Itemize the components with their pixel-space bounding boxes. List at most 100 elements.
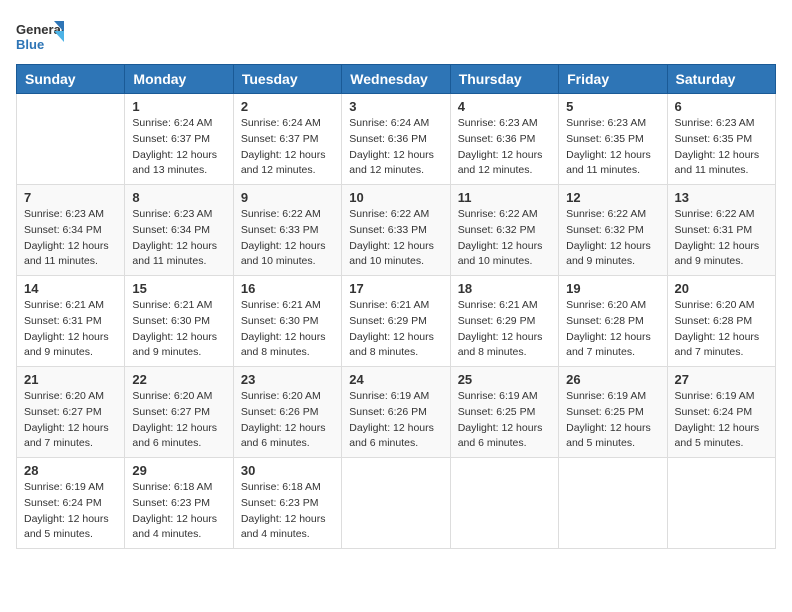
day-number: 19	[566, 281, 659, 296]
day-info: Sunrise: 6:23 AM Sunset: 6:35 PM Dayligh…	[675, 116, 768, 179]
page-header: GeneralBlue	[16, 16, 776, 56]
day-number: 22	[132, 372, 225, 387]
day-info: Sunrise: 6:20 AM Sunset: 6:26 PM Dayligh…	[241, 389, 334, 452]
header-saturday: Saturday	[667, 65, 775, 94]
day-info: Sunrise: 6:20 AM Sunset: 6:27 PM Dayligh…	[132, 389, 225, 452]
calendar-week-1: 1 Sunrise: 6:24 AM Sunset: 6:37 PM Daylig…	[17, 94, 776, 185]
day-number: 14	[24, 281, 117, 296]
header-friday: Friday	[559, 65, 667, 94]
day-number: 12	[566, 190, 659, 205]
calendar-table: SundayMondayTuesdayWednesdayThursdayFrid…	[16, 64, 776, 549]
day-number: 25	[458, 372, 551, 387]
calendar-header-row: SundayMondayTuesdayWednesdayThursdayFrid…	[17, 65, 776, 94]
calendar-cell: 1 Sunrise: 6:24 AM Sunset: 6:37 PM Daylig…	[125, 94, 233, 185]
day-number: 26	[566, 372, 659, 387]
calendar-cell: 26 Sunrise: 6:19 AM Sunset: 6:25 PM Dayli…	[559, 367, 667, 458]
calendar-cell: 10 Sunrise: 6:22 AM Sunset: 6:33 PM Dayli…	[342, 185, 450, 276]
calendar-week-4: 21 Sunrise: 6:20 AM Sunset: 6:27 PM Dayli…	[17, 367, 776, 458]
calendar-cell: 21 Sunrise: 6:20 AM Sunset: 6:27 PM Dayli…	[17, 367, 125, 458]
day-number: 16	[241, 281, 334, 296]
calendar-cell: 3 Sunrise: 6:24 AM Sunset: 6:36 PM Daylig…	[342, 94, 450, 185]
day-number: 15	[132, 281, 225, 296]
header-tuesday: Tuesday	[233, 65, 341, 94]
day-info: Sunrise: 6:20 AM Sunset: 6:28 PM Dayligh…	[566, 298, 659, 361]
day-info: Sunrise: 6:20 AM Sunset: 6:28 PM Dayligh…	[675, 298, 768, 361]
calendar-cell: 16 Sunrise: 6:21 AM Sunset: 6:30 PM Dayli…	[233, 276, 341, 367]
logo-icon: GeneralBlue	[16, 16, 66, 56]
header-thursday: Thursday	[450, 65, 558, 94]
day-info: Sunrise: 6:22 AM Sunset: 6:32 PM Dayligh…	[566, 207, 659, 270]
calendar-cell: 7 Sunrise: 6:23 AM Sunset: 6:34 PM Daylig…	[17, 185, 125, 276]
day-number: 6	[675, 99, 768, 114]
calendar-cell: 8Sunrise: 6:23 AM Sunset: 6:34 PM Daylig…	[125, 185, 233, 276]
header-monday: Monday	[125, 65, 233, 94]
day-info: Sunrise: 6:22 AM Sunset: 6:31 PM Dayligh…	[675, 207, 768, 270]
day-info: Sunrise: 6:19 AM Sunset: 6:24 PM Dayligh…	[675, 389, 768, 452]
day-number: 1	[132, 99, 225, 114]
calendar-cell	[450, 458, 558, 549]
header-wednesday: Wednesday	[342, 65, 450, 94]
svg-text:Blue: Blue	[16, 37, 44, 52]
logo: GeneralBlue	[16, 16, 66, 56]
day-info: Sunrise: 6:19 AM Sunset: 6:26 PM Dayligh…	[349, 389, 442, 452]
day-info: Sunrise: 6:19 AM Sunset: 6:25 PM Dayligh…	[458, 389, 551, 452]
day-info: Sunrise: 6:20 AM Sunset: 6:27 PM Dayligh…	[24, 389, 117, 452]
day-info: Sunrise: 6:23 AM Sunset: 6:36 PM Dayligh…	[458, 116, 551, 179]
day-info: Sunrise: 6:22 AM Sunset: 6:33 PM Dayligh…	[349, 207, 442, 270]
day-number: 7	[24, 190, 117, 205]
day-number: 11	[458, 190, 551, 205]
day-info: Sunrise: 6:18 AM Sunset: 6:23 PM Dayligh…	[132, 480, 225, 543]
calendar-week-5: 28 Sunrise: 6:19 AM Sunset: 6:24 PM Dayli…	[17, 458, 776, 549]
calendar-cell: 6 Sunrise: 6:23 AM Sunset: 6:35 PM Daylig…	[667, 94, 775, 185]
day-number: 28	[24, 463, 117, 478]
calendar-cell: 5 Sunrise: 6:23 AM Sunset: 6:35 PM Daylig…	[559, 94, 667, 185]
day-number: 2	[241, 99, 334, 114]
day-info: Sunrise: 6:23 AM Sunset: 6:34 PM Dayligh…	[24, 207, 117, 270]
calendar-cell	[667, 458, 775, 549]
calendar-week-2: 7 Sunrise: 6:23 AM Sunset: 6:34 PM Daylig…	[17, 185, 776, 276]
day-number: 21	[24, 372, 117, 387]
day-info: Sunrise: 6:22 AM Sunset: 6:33 PM Dayligh…	[241, 207, 334, 270]
day-number: 23	[241, 372, 334, 387]
day-number: 20	[675, 281, 768, 296]
calendar-cell	[559, 458, 667, 549]
calendar-cell: 27 Sunrise: 6:19 AM Sunset: 6:24 PM Dayli…	[667, 367, 775, 458]
calendar-cell: 23 Sunrise: 6:20 AM Sunset: 6:26 PM Dayli…	[233, 367, 341, 458]
calendar-cell: 18 Sunrise: 6:21 AM Sunset: 6:29 PM Dayli…	[450, 276, 558, 367]
day-info: Sunrise: 6:23 AM Sunset: 6:35 PM Dayligh…	[566, 116, 659, 179]
calendar-cell: 15 Sunrise: 6:21 AM Sunset: 6:30 PM Dayli…	[125, 276, 233, 367]
day-number: 5	[566, 99, 659, 114]
day-number: 27	[675, 372, 768, 387]
day-info: Sunrise: 6:21 AM Sunset: 6:30 PM Dayligh…	[132, 298, 225, 361]
calendar-cell	[342, 458, 450, 549]
day-number: 10	[349, 190, 442, 205]
day-info: Sunrise: 6:24 AM Sunset: 6:37 PM Dayligh…	[241, 116, 334, 179]
day-number: 3	[349, 99, 442, 114]
calendar-cell: 28 Sunrise: 6:19 AM Sunset: 6:24 PM Dayli…	[17, 458, 125, 549]
day-number: 18	[458, 281, 551, 296]
day-info: Sunrise: 6:22 AM Sunset: 6:32 PM Dayligh…	[458, 207, 551, 270]
day-info: Sunrise: 6:24 AM Sunset: 6:36 PM Dayligh…	[349, 116, 442, 179]
day-number: 8	[132, 190, 225, 205]
day-info: Sunrise: 6:21 AM Sunset: 6:29 PM Dayligh…	[458, 298, 551, 361]
calendar-cell: 29Sunrise: 6:18 AM Sunset: 6:23 PM Dayli…	[125, 458, 233, 549]
day-info: Sunrise: 6:19 AM Sunset: 6:24 PM Dayligh…	[24, 480, 117, 543]
day-info: Sunrise: 6:19 AM Sunset: 6:25 PM Dayligh…	[566, 389, 659, 452]
day-info: Sunrise: 6:18 AM Sunset: 6:23 PM Dayligh…	[241, 480, 334, 543]
calendar-cell: 2 Sunrise: 6:24 AM Sunset: 6:37 PM Daylig…	[233, 94, 341, 185]
calendar-cell: 25 Sunrise: 6:19 AM Sunset: 6:25 PM Dayli…	[450, 367, 558, 458]
day-info: Sunrise: 6:21 AM Sunset: 6:30 PM Dayligh…	[241, 298, 334, 361]
calendar-cell: 4Sunrise: 6:23 AM Sunset: 6:36 PM Daylig…	[450, 94, 558, 185]
calendar-cell: 24Sunrise: 6:19 AM Sunset: 6:26 PM Dayli…	[342, 367, 450, 458]
calendar-cell: 13 Sunrise: 6:22 AM Sunset: 6:31 PM Dayli…	[667, 185, 775, 276]
calendar-week-3: 14Sunrise: 6:21 AM Sunset: 6:31 PM Dayli…	[17, 276, 776, 367]
day-number: 13	[675, 190, 768, 205]
calendar-cell: 20 Sunrise: 6:20 AM Sunset: 6:28 PM Dayli…	[667, 276, 775, 367]
day-number: 30	[241, 463, 334, 478]
calendar-cell: 19 Sunrise: 6:20 AM Sunset: 6:28 PM Dayli…	[559, 276, 667, 367]
calendar-cell: 17Sunrise: 6:21 AM Sunset: 6:29 PM Dayli…	[342, 276, 450, 367]
day-number: 17	[349, 281, 442, 296]
header-sunday: Sunday	[17, 65, 125, 94]
day-info: Sunrise: 6:24 AM Sunset: 6:37 PM Dayligh…	[132, 116, 225, 179]
calendar-cell	[17, 94, 125, 185]
